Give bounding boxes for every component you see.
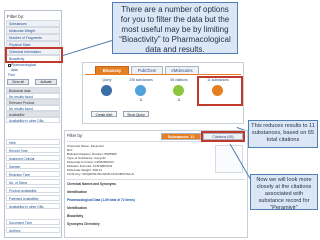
divider — [67, 179, 245, 180]
activate-button[interactable]: Activate — [35, 79, 57, 85]
clear-all-button[interactable]: Clear all — [7, 79, 29, 85]
filter-lower-item[interactable]: Reaction Type — [6, 171, 60, 177]
column-citations-label: 65 citations — [170, 78, 188, 82]
results-filter-header: Filter by: — [67, 133, 84, 138]
filter-item-physical-state[interactable]: Physical State — [6, 41, 60, 48]
filter-panel-title: Filter by: — [7, 14, 25, 19]
tab-strip — [85, 74, 241, 75]
create-alert-button[interactable]: Create Alert — [91, 111, 117, 117]
filter-lower-item[interactable]: Availability in other DBs — [6, 203, 60, 209]
pubchem-overview: Bioassay PubChem eMolecules Query 235 su… — [82, 62, 244, 124]
callout-citations: Now we will look more closely at the cit… — [250, 174, 318, 211]
filter-lower-item[interactable]: No. of Steps — [6, 179, 60, 185]
result-line: InChI Key: XRQDFNLINLXZLB-CKIKVBCHSA-N — [67, 172, 134, 176]
pharmacological-sub-data: data — [11, 68, 18, 72]
filter-bottom-item[interactable]: Document Type — [6, 219, 60, 225]
column-substances-label: 235 substances — [129, 78, 153, 82]
section-identification-2[interactable]: Identification — [67, 205, 87, 211]
tab-citations[interactable]: Citations (65) — [203, 133, 243, 140]
divider — [67, 141, 245, 142]
column-citations-count: 11 — [177, 98, 181, 102]
filter-lower-item[interactable]: Assigned Cellular — [6, 155, 60, 161]
filter-lower-item[interactable]: Record Type — [6, 147, 60, 153]
filter-item-fragments[interactable]: Number of Fragments — [6, 34, 60, 41]
filter-lower-item[interactable]: Patented Availability — [6, 195, 60, 201]
callout-results-count: This reduces results to 11 substances, b… — [248, 120, 318, 148]
filter-lower-item[interactable]: Sample — [6, 163, 60, 169]
filter-item-molecular-weight[interactable]: Molecular Weight — [6, 27, 60, 34]
filter-item-substances[interactable]: Substances — [6, 20, 60, 27]
column-filtered-label: 11 substances — [207, 78, 229, 82]
section-pharmacological-data[interactable]: Pharmacological Data (1-69 total of 72 i… — [67, 197, 135, 203]
filter-item-bioactivity[interactable]: Bioactivity — [6, 55, 60, 62]
query-icon — [101, 85, 112, 96]
filter-find-link[interactable]: Find — [8, 73, 15, 77]
substances-icon — [135, 85, 146, 96]
section-bioactivity[interactable]: Bioactivity — [67, 213, 83, 219]
filter-gray-item[interactable]: Availability in other DBs — [6, 117, 60, 123]
tab-pubchem[interactable]: PubChem — [131, 66, 163, 74]
filter-lower-item[interactable]: Product availability — [6, 187, 60, 193]
tab-substances[interactable]: Substances: 11 — [161, 133, 201, 140]
filtered-icon — [212, 85, 223, 96]
section-identification[interactable]: Identification — [67, 189, 87, 195]
callout-arrow — [62, 40, 113, 57]
tab-bioassay[interactable]: Bioassay — [95, 66, 129, 74]
column-substances-count: 11 — [139, 98, 143, 102]
pharmacological-label: Pharmacological — [11, 63, 37, 67]
filter-bottom-item[interactable]: Authors — [6, 227, 60, 233]
column-query-label: Query — [102, 78, 112, 82]
section-synonyms[interactable]: Chemical Names and Synonyms — [67, 181, 116, 187]
results-panel: Filter by: Substances: 11 Citations (65)… — [64, 130, 248, 238]
tab-emolecules[interactable]: eMolecules — [165, 66, 199, 74]
callout-filter-options: There are a number of options for you to… — [112, 2, 238, 54]
filter-panel: Filter by: Substances Molecular Weight N… — [4, 10, 63, 238]
filter-lower-item[interactable]: Help — [6, 139, 60, 145]
filter-item-chemical-info[interactable]: Chemical Information — [6, 48, 60, 55]
section-synonyms-chemistry[interactable]: Synonyms Chemistry — [67, 221, 100, 227]
citations-icon — [173, 85, 184, 96]
show-query-button[interactable]: Show Query — [123, 111, 149, 117]
